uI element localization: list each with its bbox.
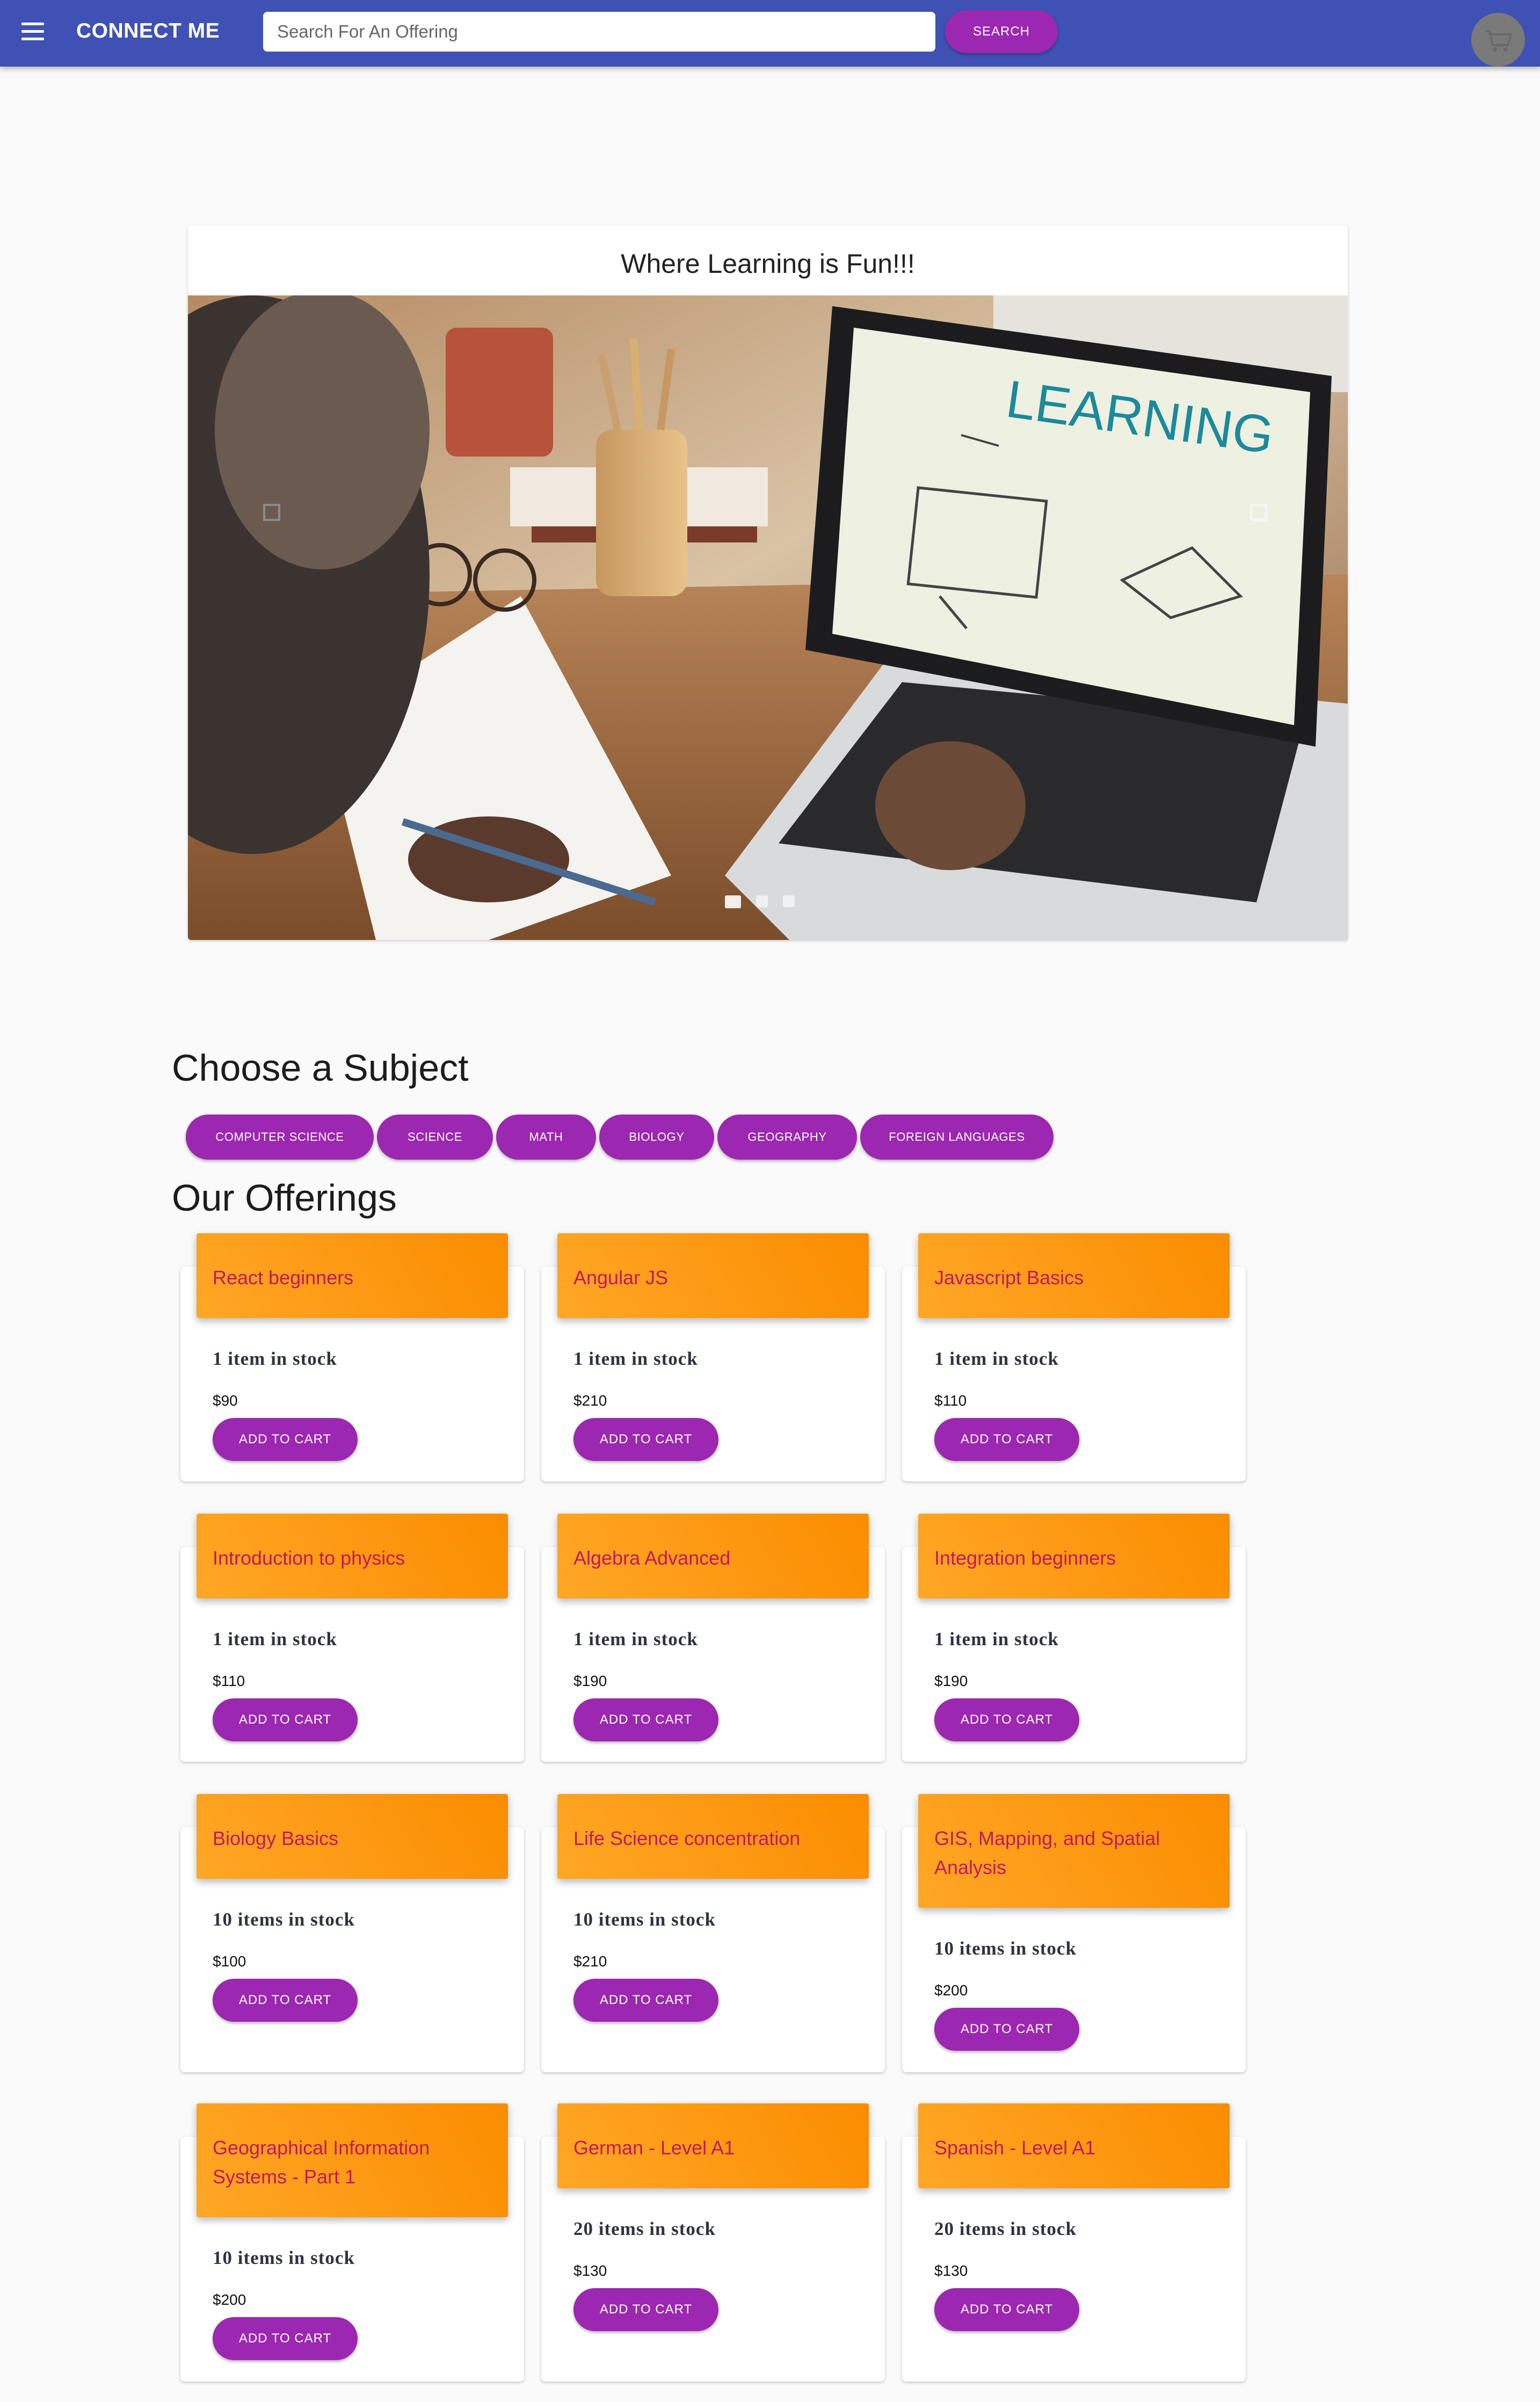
- offering-price: $130: [934, 2262, 968, 2279]
- shopping-cart-icon: [1485, 30, 1512, 52]
- offering-price: $210: [573, 1953, 607, 1970]
- add-to-cart-button[interactable]: ADD TO CART: [213, 1418, 358, 1461]
- offering-card: Spanish - Level A1 20 items in stock $130 A…: [902, 2103, 1246, 2382]
- offering-card: Javascript Basics 1 item in stock $110 ADD …: [902, 1233, 1246, 1481]
- offering-price: $110: [213, 1673, 245, 1689]
- offering-title[interactable]: GIS, Mapping, and Spatial Analysis: [918, 1794, 1230, 1908]
- offering-title[interactable]: Life Science concentration: [557, 1794, 869, 1879]
- offering-card: Angular JS 1 item in stock $210 ADD TO CART: [541, 1233, 885, 1481]
- offering-stock: 10 items in stock: [213, 1909, 355, 1930]
- offering-card: German - Level A1 20 items in stock $130 AD…: [541, 2103, 885, 2382]
- offering-stock: 10 items in stock: [934, 1938, 1077, 1959]
- app-title[interactable]: CONNECT ME: [76, 19, 220, 43]
- offering-title[interactable]: Angular JS: [557, 1233, 869, 1318]
- offering-title[interactable]: Algebra Advanced: [557, 1514, 869, 1598]
- offering-card: Biology Basics 10 items in stock $100 ADD T…: [180, 1794, 524, 2072]
- add-to-cart-button[interactable]: ADD TO CART: [573, 1418, 718, 1461]
- subject-chip-science[interactable]: SCIENCE: [377, 1115, 493, 1160]
- add-to-cart-button[interactable]: ADD TO CART: [934, 1418, 1079, 1461]
- offering-stock: 10 items in stock: [573, 1909, 716, 1930]
- offering-stock: 1 item in stock: [934, 1629, 1059, 1649]
- offering-title[interactable]: Biology Basics: [197, 1794, 508, 1879]
- offering-title[interactable]: Geographical Information Systems - Part …: [197, 2103, 508, 2217]
- offering-price: $190: [934, 1673, 968, 1689]
- carousel-indicators: [725, 895, 795, 908]
- offering-title[interactable]: German - Level A1: [557, 2103, 869, 2188]
- offering-card: Integration beginners 1 item in stock $190…: [902, 1514, 1246, 1762]
- hero-title: Where Learning is Fun!!!: [621, 249, 915, 279]
- offering-stock: 10 items in stock: [213, 2247, 355, 2268]
- carousel-prev-button[interactable]: [263, 504, 280, 521]
- carousel-dot-2[interactable]: [756, 895, 768, 907]
- offering-stock: 20 items in stock: [934, 2218, 1077, 2239]
- offering-price: $100: [213, 1953, 246, 1970]
- offering-title[interactable]: Javascript Basics: [918, 1233, 1230, 1318]
- add-to-cart-button[interactable]: ADD TO CART: [213, 1979, 358, 2022]
- offering-price: $210: [573, 1392, 607, 1409]
- carousel-dot-3[interactable]: [783, 895, 795, 907]
- offering-price: $90: [213, 1392, 238, 1409]
- offerings-heading: Our Offerings: [172, 1177, 397, 1219]
- hero-carousel: Where Learning is Fun!!! LEARNING: [188, 226, 1348, 940]
- offering-card: GIS, Mapping, and Spatial Analysis 10 ite…: [902, 1794, 1246, 2072]
- offering-price: $110: [934, 1392, 967, 1409]
- cart-avatar[interactable]: [1471, 13, 1525, 67]
- carousel-next-button[interactable]: [1250, 504, 1267, 521]
- offering-card: Introduction to physics 1 item in stock $1…: [180, 1514, 524, 1762]
- offering-title[interactable]: Introduction to physics: [197, 1514, 508, 1598]
- add-to-cart-button[interactable]: ADD TO CART: [213, 2317, 358, 2360]
- app-bar: CONNECT ME SEARCH: [0, 0, 1540, 67]
- offering-price: $200: [934, 1982, 968, 1999]
- offering-stock: 20 items in stock: [573, 2218, 716, 2239]
- choose-subject-heading: Choose a Subject: [172, 1047, 469, 1089]
- offering-title[interactable]: Integration beginners: [918, 1514, 1230, 1598]
- offering-stock: 1 item in stock: [213, 1629, 337, 1649]
- offering-price: $130: [573, 2262, 607, 2279]
- offering-card: React beginners 1 item in stock $90 ADD TO …: [180, 1233, 524, 1481]
- add-to-cart-button[interactable]: ADD TO CART: [573, 1698, 718, 1741]
- add-to-cart-button[interactable]: ADD TO CART: [934, 2008, 1079, 2051]
- subject-chip-foreign-languages[interactable]: FOREIGN LANGUAGES: [860, 1115, 1054, 1160]
- subject-chip-computer-science[interactable]: COMPUTER SCIENCE: [186, 1115, 374, 1160]
- offering-title[interactable]: Spanish - Level A1: [918, 2103, 1230, 2188]
- carousel-dot-1[interactable]: [725, 895, 741, 908]
- offering-stock: 1 item in stock: [213, 1348, 337, 1369]
- add-to-cart-button[interactable]: ADD TO CART: [213, 1698, 358, 1741]
- add-to-cart-button[interactable]: ADD TO CART: [573, 2288, 718, 2331]
- add-to-cart-button[interactable]: ADD TO CART: [934, 1698, 1079, 1741]
- offering-price: $200: [213, 2291, 246, 2308]
- subject-chips: COMPUTER SCIENCE SCIENCE MATH BIOLOGY GE…: [186, 1115, 1054, 1160]
- search-button[interactable]: SEARCH: [945, 10, 1058, 53]
- subject-chip-geography[interactable]: GEOGRAPHY: [717, 1115, 857, 1160]
- add-to-cart-button[interactable]: ADD TO CART: [934, 2288, 1079, 2331]
- offering-card: Life Science concentration 10 items in st…: [541, 1794, 885, 2072]
- offering-price: $190: [573, 1673, 607, 1689]
- offering-stock: 1 item in stock: [573, 1348, 698, 1369]
- offering-title[interactable]: React beginners: [197, 1233, 508, 1318]
- offering-card: Algebra Advanced 1 item in stock $190 ADD T…: [541, 1514, 885, 1762]
- offering-card: Geographical Information Systems - Part …: [180, 2103, 524, 2382]
- offering-stock: 1 item in stock: [934, 1348, 1059, 1369]
- add-to-cart-button[interactable]: ADD TO CART: [573, 1979, 718, 2022]
- hero-image: LEARNING: [188, 295, 1348, 940]
- offering-stock: 1 item in stock: [573, 1629, 698, 1649]
- search-input[interactable]: [263, 12, 935, 52]
- subject-chip-biology[interactable]: BIOLOGY: [599, 1115, 714, 1160]
- subject-chip-math[interactable]: MATH: [496, 1115, 596, 1160]
- menu-icon[interactable]: [21, 23, 44, 44]
